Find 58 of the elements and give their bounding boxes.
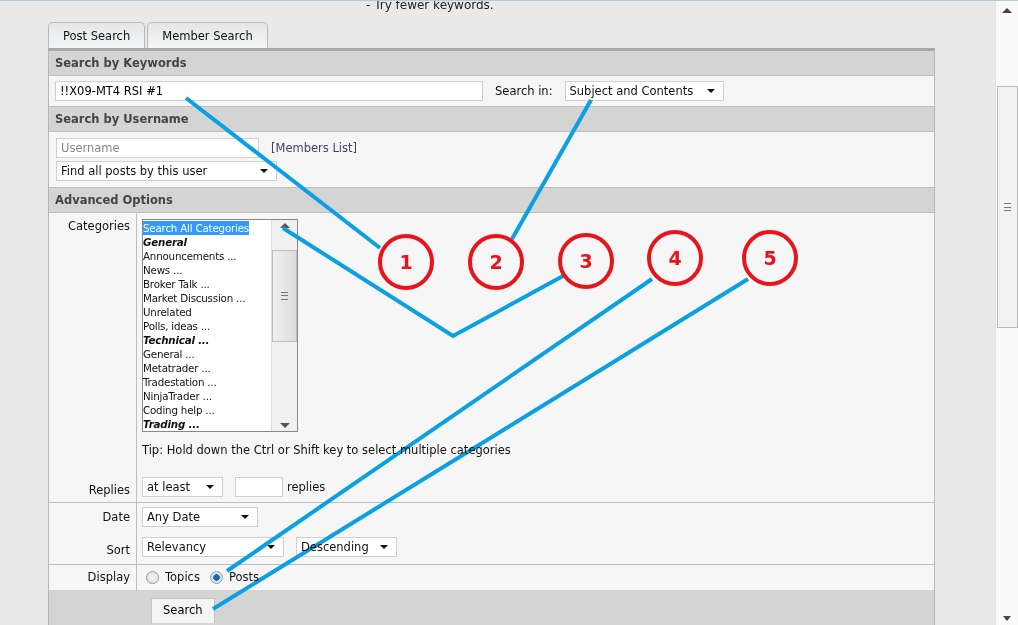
section-header: Advanced Options xyxy=(49,188,934,213)
callout-marker: 5 xyxy=(742,230,798,286)
category-option[interactable]: Tradestation ... xyxy=(143,375,271,389)
category-option[interactable]: Trading ... xyxy=(143,417,271,431)
sort-by-dropdown[interactable]: Relevancy xyxy=(142,537,284,557)
keywords-field[interactable]: !!X09-MT4 RSI #1 xyxy=(55,81,483,101)
date-label: Date xyxy=(102,510,130,524)
radio-label: Posts xyxy=(228,570,259,584)
caret-icon xyxy=(241,515,249,519)
section-header: Search by Keywords xyxy=(49,51,934,76)
category-option[interactable]: Metatrader ... xyxy=(143,361,271,375)
category-option[interactable]: Unrelated xyxy=(143,305,271,319)
categories-label: Categories xyxy=(68,219,130,233)
categories-listbox[interactable] xyxy=(142,219,298,432)
scroll-down-icon[interactable] xyxy=(1003,616,1011,621)
scrollbar-thumb[interactable] xyxy=(996,86,1018,328)
search-in-label: Search in: xyxy=(495,84,553,98)
category-option[interactable]: Technical ... xyxy=(143,333,271,347)
section-header: Search by Username xyxy=(49,107,934,132)
category-option[interactable]: News ... xyxy=(143,263,271,277)
search-in-dropdown[interactable]: Subject and Contents xyxy=(564,81,724,101)
sort-label: Sort xyxy=(106,543,130,557)
category-option[interactable]: General xyxy=(143,235,271,249)
category-option[interactable]: Announcements ... xyxy=(143,249,271,263)
caret-icon xyxy=(260,169,268,173)
callout-marker: 3 xyxy=(558,233,614,289)
radio-label: Topics xyxy=(165,570,200,584)
date-dropdown[interactable]: Any Date xyxy=(142,507,258,527)
callout-marker: 2 xyxy=(468,234,524,290)
members-list-link[interactable]: [Members List] xyxy=(271,141,358,155)
radio-button[interactable] xyxy=(146,570,159,584)
scroll-down-icon[interactable] xyxy=(279,423,290,428)
caret-icon xyxy=(706,89,715,93)
category-option[interactable]: Polls, ideas ... xyxy=(143,319,271,333)
caret-icon xyxy=(267,545,275,549)
scroll-up-icon[interactable] xyxy=(279,223,290,228)
radio-button[interactable] xyxy=(209,570,223,584)
username-field[interactable]: Username xyxy=(56,138,259,158)
tab[interactable]: Member Search xyxy=(147,22,268,48)
replies-mode-dropdown[interactable]: at least xyxy=(142,477,223,497)
scroll-up-icon[interactable] xyxy=(1002,8,1012,13)
category-option[interactable]: Broker Talk ... xyxy=(143,277,271,291)
category-option[interactable]: Market Discussion ... xyxy=(143,291,271,305)
user-mode-dropdown[interactable]: Find all posts by this user xyxy=(56,161,277,181)
tab[interactable]: Post Search xyxy=(48,22,146,48)
callout-marker: 1 xyxy=(378,234,434,290)
caret-icon xyxy=(380,545,388,549)
caret-icon xyxy=(206,485,214,489)
category-option[interactable]: Coding help ... xyxy=(143,403,271,417)
callout-marker: 4 xyxy=(647,230,703,286)
display-label: Display xyxy=(87,570,130,584)
category-option[interactable]: General ... xyxy=(143,347,271,361)
search-button[interactable]: Search xyxy=(151,598,215,623)
scrollbar-thumb[interactable] xyxy=(272,249,297,342)
category-option[interactable]: NinjaTrader ... xyxy=(143,389,271,403)
replies-label: Replies xyxy=(88,483,130,497)
replies-unit-label: replies xyxy=(287,480,326,494)
replies-field[interactable] xyxy=(235,477,283,497)
